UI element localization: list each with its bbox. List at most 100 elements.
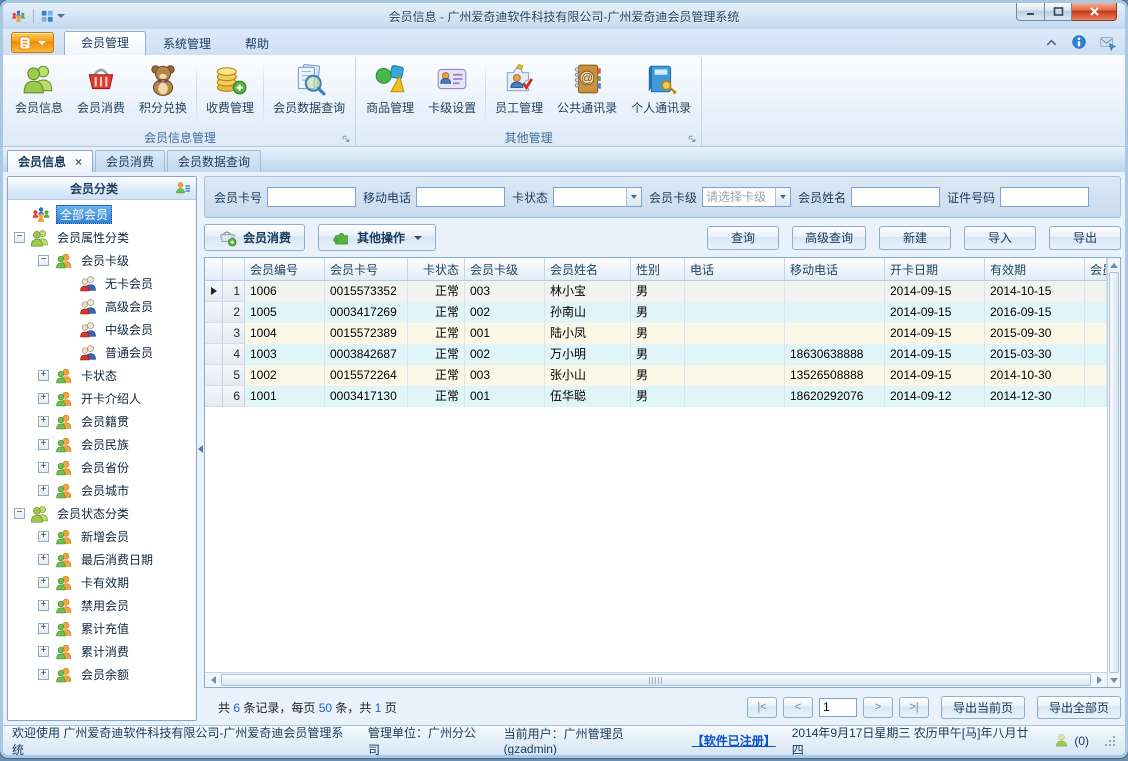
tree-item[interactable]: + 会员省份 <box>8 456 196 479</box>
tree-item[interactable]: + 卡状态 <box>8 364 196 387</box>
dialog-launcher-icon[interactable] <box>687 134 697 144</box>
tree-item[interactable]: + 累计消费 <box>8 640 196 663</box>
combo-dropdown-button[interactable] <box>626 188 642 206</box>
tree-expander-icon[interactable]: + <box>38 623 49 634</box>
tree-item[interactable]: + 会员民族 <box>8 433 196 456</box>
column-header[interactable]: 移动电话 <box>785 258 885 280</box>
scroll-left-button[interactable] <box>205 673 221 687</box>
minimize-button[interactable] <box>1016 3 1045 21</box>
ribbon-button[interactable]: 收费管理 <box>199 59 261 129</box>
column-header[interactable]: 会员卡号 <box>325 258 408 280</box>
ribbon-button[interactable]: 员工管理 <box>488 59 550 129</box>
tree-expander-icon[interactable]: + <box>38 416 49 427</box>
filter-input[interactable] <box>267 187 357 207</box>
resize-grip[interactable] <box>1104 735 1116 747</box>
table-row[interactable]: 5 1002 0015572264 正常 003 张小山男 13526508888 2014-… <box>205 365 1107 386</box>
tree-item[interactable]: − 会员属性分类 <box>8 226 196 249</box>
tree-item[interactable]: + 开卡介绍人 <box>8 387 196 410</box>
tree-item[interactable]: + 新增会员 <box>8 525 196 548</box>
category-panel-icon[interactable] <box>175 180 191 196</box>
tree-item[interactable]: + 禁用会员 <box>8 594 196 617</box>
tree-expander-icon[interactable]: + <box>38 439 49 450</box>
filter-combo[interactable] <box>553 187 643 207</box>
column-header[interactable]: 开卡日期 <box>885 258 985 280</box>
tree-item[interactable]: 普通会员 <box>8 341 196 364</box>
last-page-button[interactable]: >| <box>898 696 929 718</box>
tree-expander-icon[interactable]: − <box>14 508 25 519</box>
document-tab[interactable]: 会员信息 × <box>7 150 94 172</box>
collapse-ribbon-icon[interactable] <box>1044 35 1059 50</box>
tree-expander-icon[interactable]: + <box>38 370 49 381</box>
ribbon-button[interactable]: 公共通讯录 <box>550 59 624 129</box>
toolbar-button[interactable]: 导入 <box>964 225 1036 250</box>
info-icon[interactable] <box>1071 34 1087 50</box>
ribbon-button[interactable]: 卡级设置 <box>421 59 483 129</box>
tree-expander-icon[interactable]: + <box>38 600 49 611</box>
toolbar-button[interactable]: 高级查询 <box>791 225 866 250</box>
table-row[interactable]: 6 1001 0003417130 正常 001 伍华聪男 18620292076 2014-… <box>205 386 1107 407</box>
sidebar-splitter[interactable] <box>197 176 204 721</box>
vertical-scrollbar[interactable] <box>1107 258 1120 687</box>
tree-item[interactable]: + 卡有效期 <box>8 571 196 594</box>
previous-page-button[interactable]: < <box>782 696 813 718</box>
export-current-page-button[interactable]: 导出当前页 <box>940 695 1025 719</box>
ribbon-button[interactable]: 个人通讯录 <box>624 59 698 129</box>
ribbon-tab[interactable]: 系统管理 <box>146 32 228 55</box>
table-row[interactable]: 3 1004 0015572389 正常 001 陆小凤男 2014-09-15 2015-0… <box>205 323 1107 344</box>
tree-item[interactable]: − 会员卡级 <box>8 249 196 272</box>
column-header[interactable]: 电话 <box>685 258 785 280</box>
close-button[interactable] <box>1072 3 1117 21</box>
tree-item[interactable]: + 最后消费日期 <box>8 548 196 571</box>
tree-expander-icon[interactable]: − <box>38 255 49 266</box>
tree-expander-icon[interactable]: + <box>38 462 49 473</box>
filter-combo[interactable]: 请选择卡级 <box>702 187 792 207</box>
horizontal-scroll-thumb[interactable] <box>221 674 1091 686</box>
next-page-button[interactable]: > <box>862 696 893 718</box>
table-row[interactable]: 4 1003 0003842687 正常 002 万小明男 18630638888 2014-… <box>205 344 1107 365</box>
tree-expander-icon[interactable]: + <box>38 577 49 588</box>
tree-item[interactable]: + 会员城市 <box>8 479 196 502</box>
column-header[interactable]: 会员 <box>1085 258 1107 280</box>
scroll-up-button[interactable] <box>1108 258 1120 272</box>
column-header[interactable]: 有效期 <box>985 258 1085 280</box>
toolbar-button[interactable]: 查询 <box>706 225 779 250</box>
tree-item[interactable]: 高级会员 <box>8 295 196 318</box>
tree-item[interactable]: + 会员籍贯 <box>8 410 196 433</box>
column-header[interactable]: 性别 <box>631 258 685 280</box>
toolbar-button[interactable]: 新建 <box>879 225 951 250</box>
combo-dropdown-button[interactable] <box>775 188 791 206</box>
tree-expander-icon[interactable]: + <box>38 531 49 542</box>
first-page-button[interactable]: |< <box>746 696 777 718</box>
tree-item[interactable]: + 累计充值 <box>8 617 196 640</box>
tree-item[interactable]: 全部会员 <box>8 203 196 226</box>
document-tab[interactable]: 会员消费 <box>95 150 166 172</box>
column-header[interactable]: 卡状态 <box>408 258 465 280</box>
tree-expander-icon[interactable]: + <box>38 554 49 565</box>
scroll-right-button[interactable] <box>1091 673 1107 687</box>
ribbon-button[interactable]: 会员消费 <box>70 59 132 129</box>
maximize-button[interactable] <box>1045 3 1072 21</box>
horizontal-scrollbar[interactable] <box>205 672 1107 687</box>
tree-item[interactable]: − 会员状态分类 <box>8 502 196 525</box>
page-number-input[interactable] <box>818 697 857 717</box>
dialog-launcher-icon[interactable] <box>341 134 351 144</box>
column-header[interactable]: 会员卡级 <box>465 258 545 280</box>
quick-access-button[interactable] <box>40 9 65 23</box>
toolbar-button[interactable]: 其他操作 <box>318 224 437 251</box>
ribbon-tab[interactable]: 帮助 <box>228 32 286 55</box>
ribbon-button[interactable]: 会员数据查询 <box>266 59 352 129</box>
filter-input[interactable] <box>1000 187 1090 207</box>
ribbon-button[interactable]: 积分兑换 <box>132 59 194 129</box>
ribbon-button[interactable]: 商品管理 <box>359 59 421 129</box>
ribbon-tab[interactable]: 会员管理 <box>64 31 147 55</box>
tree-expander-icon[interactable]: − <box>14 232 25 243</box>
tab-close-icon[interactable]: × <box>75 156 82 168</box>
export-all-pages-button[interactable]: 导出全部页 <box>1036 695 1121 719</box>
table-row[interactable]: 1 1006 0015573352 正常 003 林小宝男 2014-09-15 2014-1… <box>205 281 1107 302</box>
online-user-icon[interactable] <box>1054 733 1069 748</box>
filter-input[interactable] <box>416 187 506 207</box>
tree-expander-icon[interactable]: + <box>38 646 49 657</box>
tree-item[interactable]: 无卡会员 <box>8 272 196 295</box>
tree-item[interactable]: 中级会员 <box>8 318 196 341</box>
ribbon-button[interactable]: 会员信息 <box>8 59 70 129</box>
